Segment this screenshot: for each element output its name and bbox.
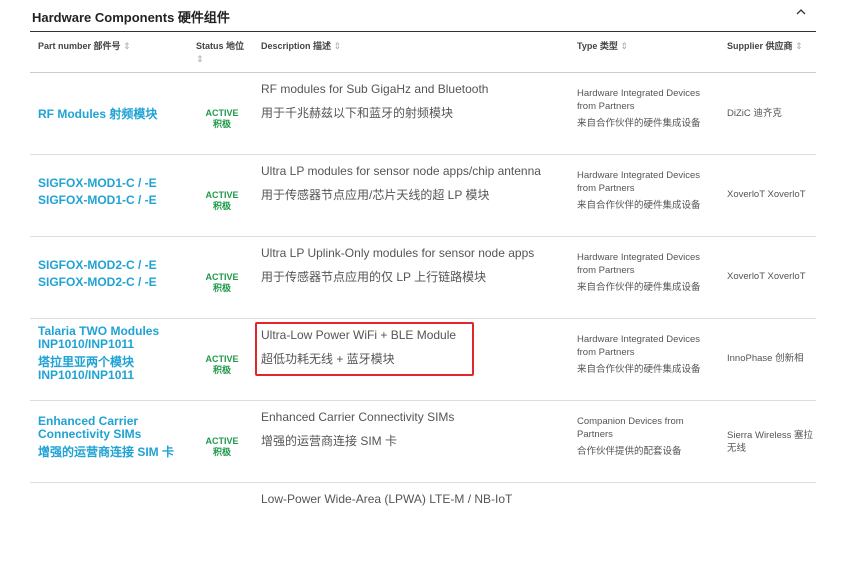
type-cell: Hardware Integrated Devices from Partner… <box>577 334 701 375</box>
part-number-link[interactable]: Enhanced Carrier Connectivity SIMs 增强的运营… <box>38 415 178 459</box>
type-cell: Hardware Integrated Devices from Partner… <box>577 170 701 211</box>
chevron-up-icon[interactable] <box>796 7 806 17</box>
col-supplier[interactable]: Supplier 供应商 ⇕ <box>727 40 803 53</box>
highlight-box <box>255 322 474 376</box>
part-number-link[interactable]: RF Modules 射频模块 <box>38 106 157 123</box>
type-cell: Hardware Integrated Devices from Partner… <box>577 252 701 293</box>
supplier-cell: DiZiC 迪齐克 <box>727 108 782 119</box>
status-badge: ACTIVE 积极 <box>205 108 239 129</box>
sort-icon[interactable]: ⇕ <box>620 41 628 51</box>
description: Enhanced Carrier Connectivity SIMs 增强的运营… <box>261 410 455 448</box>
part-number-link[interactable]: Talaria TWO Modules INP1010/INP1011 塔拉里亚… <box>38 325 178 382</box>
supplier-cell: XoverloT XoverloT <box>727 189 806 200</box>
description: RF modules for Sub GigaHz and Bluetooth … <box>261 82 489 120</box>
col-type[interactable]: Type 类型 ⇕ <box>577 40 628 53</box>
col-description[interactable]: Description 描述 ⇕ <box>261 40 341 53</box>
sort-icon[interactable]: ⇕ <box>334 41 342 51</box>
section-header[interactable]: Hardware Components 硬件组件 <box>30 0 816 32</box>
part-number-link[interactable]: SIGFOX-MOD1-C / -E SIGFOX-MOD1-C / -E <box>38 175 157 209</box>
section-title: Hardware Components 硬件组件 <box>32 10 230 25</box>
supplier-cell: InnoPhase 创新相 <box>727 353 804 364</box>
table-row: SIGFOX-MOD2-C / -E SIGFOX-MOD2-C / -E AC… <box>30 237 816 319</box>
description: Low-Power Wide-Area (LPWA) LTE-M / NB-Io… <box>261 492 513 506</box>
table-row: RF Modules 射频模块 ACTIVE 积极 RF modules for… <box>30 73 816 155</box>
table-header: Part number 部件号 ⇕ Status 地位 ⇕ Descriptio… <box>30 32 816 73</box>
table-row: SIGFOX-MOD1-C / -E SIGFOX-MOD1-C / -E AC… <box>30 155 816 237</box>
type-cell: Hardware Integrated Devices from Partner… <box>577 88 701 129</box>
col-part-number[interactable]: Part number 部件号 ⇕ <box>38 40 131 53</box>
sort-icon[interactable]: ⇕ <box>795 41 803 51</box>
supplier-cell: XoverloT XoverloT <box>727 271 806 282</box>
table-row: Enhanced Carrier Connectivity SIMs 增强的运营… <box>30 401 816 483</box>
col-status[interactable]: Status 地位 ⇕ <box>196 40 251 66</box>
status-badge: ACTIVE 积极 <box>205 272 239 293</box>
status-badge: ACTIVE 积极 <box>205 354 239 375</box>
sort-icon[interactable]: ⇕ <box>123 41 131 51</box>
table-row: Low-Power Wide-Area (LPWA) LTE-M / NB-Io… <box>30 483 816 564</box>
status-badge: ACTIVE 积极 <box>205 190 239 211</box>
supplier-cell: Sierra Wireless 塞拉无线 <box>727 430 814 454</box>
sort-icon[interactable]: ⇕ <box>196 54 204 64</box>
description: Ultra LP Uplink-Only modules for sensor … <box>261 246 535 284</box>
part-number-link[interactable]: SIGFOX-MOD2-C / -E SIGFOX-MOD2-C / -E <box>38 257 157 291</box>
description: Ultra LP modules for sensor node apps/ch… <box>261 164 541 202</box>
type-cell: Companion Devices from Partners 合作伙伴提供的配… <box>577 416 684 457</box>
status-badge: ACTIVE 积极 <box>205 436 239 457</box>
